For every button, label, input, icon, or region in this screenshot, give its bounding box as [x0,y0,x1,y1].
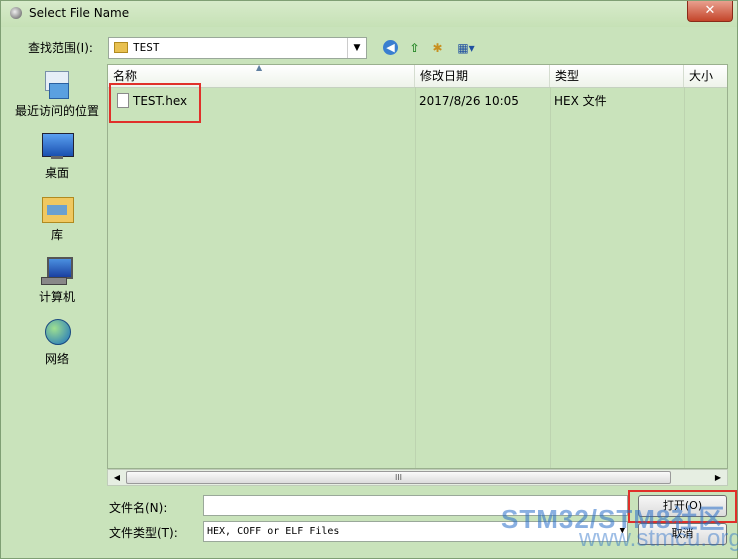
app-icon [10,7,22,19]
scroll-right-icon[interactable]: ▶ [710,470,726,485]
filename-label: 文件名(N): [109,501,168,515]
chevron-down-icon[interactable]: ▼ [347,38,366,58]
scroll-thumb[interactable]: III [126,471,671,484]
place-recent[interactable]: 最近访问的位置 [8,69,106,119]
filetype-label: 文件类型(T): [109,526,178,540]
libraries-icon [41,193,74,223]
place-label: 最近访问的位置 [14,104,99,118]
place-desktop[interactable]: 桌面 [8,131,106,181]
place-label: 网络 [44,352,69,366]
column-header-size[interactable]: 大小 [684,65,727,87]
view-menu-icon[interactable]: ▦▾ [453,40,479,56]
place-label: 库 [50,228,63,242]
column-divider [550,87,551,468]
desktop-icon [41,131,74,161]
horizontal-scrollbar[interactable]: ◀ III ▶ [107,469,728,486]
recent-places-icon [41,69,73,99]
computer-icon [41,255,73,285]
place-network[interactable]: 网络 [8,317,106,367]
lookin-combobox[interactable]: TEST ▼ [108,37,367,59]
column-divider [684,87,685,468]
folder-icon [114,42,128,53]
scroll-left-icon[interactable]: ◀ [109,470,125,485]
sort-ascending-icon: ▲ [256,64,263,72]
network-icon [41,317,73,347]
back-icon[interactable]: ◀ [383,40,398,55]
column-header-type[interactable]: 类型 [550,65,684,87]
watermark-url: www.stmcu.org [579,525,738,552]
file-type: HEX 文件 [554,94,607,108]
up-folder-icon[interactable]: ⇧ [406,40,423,56]
lookin-label: 查找范围(I): [28,41,93,55]
title-bar: Select File Name ✕ [1,1,737,27]
places-bar: 最近访问的位置 桌面 库 计算机 网络 [8,64,106,485]
window-title: Select File Name [29,6,130,20]
place-label: 计算机 [38,290,75,304]
filetype-value: HEX, COFF or ELF Files [207,526,340,537]
column-header-modified[interactable]: 修改日期 [415,65,550,87]
file-list[interactable]: 名称 ▲ 修改日期 类型 大小 TEST.hex 2017/8/26 10:05… [107,64,728,469]
place-libraries[interactable]: 库 [8,193,106,243]
place-computer[interactable]: 计算机 [8,255,106,305]
close-button[interactable]: ✕ [687,1,733,22]
file-dialog: Select File Name ✕ 查找范围(I): TEST ▼ ◀ ⇧ ✱… [0,0,738,559]
column-divider [415,87,416,468]
highlight-box-file [109,83,201,123]
lookin-value: TEST [133,41,160,54]
new-folder-icon[interactable]: ✱ [429,40,446,56]
file-modified: 2017/8/26 10:05 [419,94,519,108]
place-label: 桌面 [44,166,69,180]
